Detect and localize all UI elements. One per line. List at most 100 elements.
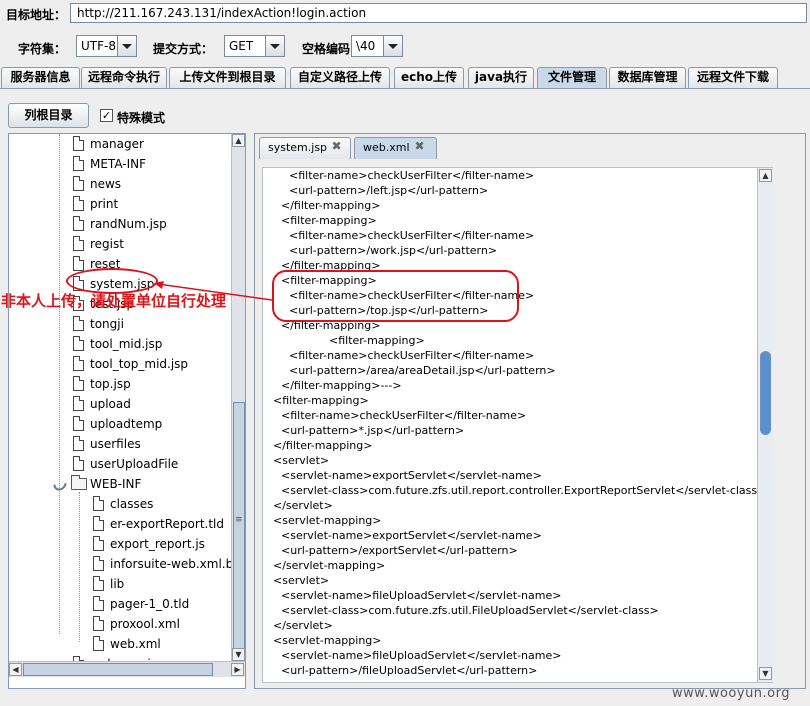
tree-item[interactable]: classes	[9, 495, 231, 515]
tree-item[interactable]: pager-1_0.tld	[9, 595, 231, 615]
tab-label: 数据库管理	[617, 70, 678, 84]
tree-item[interactable]: top.jsp	[9, 375, 231, 395]
special-mode-checkbox[interactable]: ✓	[100, 109, 113, 122]
tree-item[interactable]: proxool.xml	[9, 615, 231, 635]
arrow-head-icon	[154, 281, 164, 289]
file-icon	[73, 316, 84, 331]
code-line: <filter-mapping>	[329, 334, 425, 347]
close-icon[interactable]: ✖	[330, 140, 343, 153]
code-line: <servlet-mapping>	[273, 514, 382, 527]
tree-item[interactable]: er-exportReport.tld	[9, 515, 231, 535]
tab-label: 上传文件到根目录	[179, 70, 276, 84]
tree-item[interactable]: tool_mid.jsp	[9, 335, 231, 355]
tree-item[interactable]: tongji	[9, 315, 231, 335]
code-line: <filter-name>checkUserFilter</filter-nam…	[289, 169, 535, 182]
code-line: </filter-mapping>	[273, 439, 373, 452]
tab-remote-download[interactable]: 远程文件下载	[688, 67, 778, 88]
tab-database[interactable]: 数据库管理	[609, 67, 686, 88]
grip-icon: ≡	[235, 515, 243, 525]
tree-item[interactable]: userfiles	[9, 435, 231, 455]
tab-remote-command[interactable]: 远程命令执行	[81, 67, 167, 88]
editor-vertical-scrollbar[interactable]: ▲ ▼	[757, 168, 773, 682]
tree-scroll-thumb[interactable]: ≡	[233, 402, 245, 652]
tree-item[interactable]: userUploadFile	[9, 455, 231, 475]
code-line: <url-pattern>/work.jsp</url-pattern>	[289, 244, 498, 257]
scroll-down-icon[interactable]: ▼	[759, 667, 772, 680]
code-line: <url-pattern>/fileUploadServlet</url-pat…	[281, 664, 538, 677]
scroll-right-icon[interactable]: ▶	[231, 663, 244, 676]
scroll-left-icon[interactable]: ◀	[9, 663, 22, 676]
tab-label: echo上传	[400, 70, 458, 84]
scroll-up-icon[interactable]: ▲	[759, 169, 772, 182]
file-icon	[73, 336, 84, 351]
charset-select[interactable]: UTF-8	[76, 35, 137, 57]
charset-value: UTF-8	[81, 39, 116, 53]
file-icon	[73, 456, 84, 471]
tab-divider	[0, 88, 810, 89]
scroll-down-icon[interactable]: ▼	[232, 648, 245, 661]
code-editor[interactable]: <filter-name>checkUserFilter</filter-nam…	[262, 167, 773, 683]
tab-java-exec[interactable]: java执行	[468, 67, 534, 88]
scroll-up-icon[interactable]: ▲	[232, 134, 245, 147]
tree-item-label: uploadtemp	[90, 417, 163, 431]
space-encoding-value: \40	[356, 39, 376, 53]
tree-item[interactable]: WEB-INF	[9, 475, 231, 495]
tree-item[interactable]: news	[9, 175, 231, 195]
chevron-down-icon[interactable]	[265, 36, 284, 56]
tree-item[interactable]: manager	[9, 135, 231, 155]
tree-item[interactable]: regist	[9, 235, 231, 255]
tree-item[interactable]: print	[9, 195, 231, 215]
file-icon	[73, 156, 84, 171]
tree-item[interactable]: META-INF	[9, 155, 231, 175]
tree-item-label: tool_top_mid.jsp	[90, 357, 189, 371]
file-icon	[93, 516, 104, 531]
charset-label: 字符集：	[18, 42, 67, 56]
code-line: </filter-mapping>--->	[281, 379, 402, 392]
target-url-input[interactable]: http://211.167.243.131/indexAction!login…	[70, 3, 807, 23]
editor-tab-web-xml[interactable]: web.xml ✖	[354, 137, 437, 159]
list-root-button[interactable]: 列根目录	[8, 103, 89, 128]
file-icon	[73, 216, 84, 231]
space-encoding-label: 空格编码	[302, 42, 351, 56]
code-line: <servlet>	[273, 454, 330, 467]
tree-horizontal-scrollbar[interactable]: ◀ ▶	[9, 661, 245, 677]
tab-label: 自定义路径上传	[297, 70, 382, 84]
tree-item[interactable]: tool_top_mid.jsp	[9, 355, 231, 375]
code-highlight-box	[272, 270, 519, 322]
tree-vertical-scrollbar[interactable]: ▲ ≡ ▼	[231, 134, 245, 661]
tree-item-label: web.xml	[110, 637, 161, 651]
editor-tab-system-jsp[interactable]: system.jsp ✖	[259, 137, 351, 159]
tree-connector	[59, 134, 60, 634]
tab-custom-upload[interactable]: 自定义路径上传	[290, 67, 390, 88]
tree-item[interactable]: uploadtemp	[9, 415, 231, 435]
code-line: <servlet-name>fileUploadServlet</servlet…	[281, 589, 562, 602]
chevron-down-icon[interactable]	[383, 36, 402, 56]
tree-item[interactable]: lib	[9, 575, 231, 595]
close-icon[interactable]: ✖	[413, 140, 426, 153]
tree-item[interactable]: randNum.jsp	[9, 215, 231, 235]
folder-icon	[71, 475, 87, 490]
tree-item-label: inforsuite-web.xml.bak	[110, 557, 246, 571]
editor-scroll-thumb[interactable]	[760, 351, 771, 435]
annotation-text: 非本人上传，请处置单位自行处理	[1, 292, 227, 310]
code-line: <servlet-name>exportServlet</servlet-nam…	[281, 529, 542, 542]
tab-server-info[interactable]: 服务器信息	[1, 67, 80, 88]
tree-item[interactable]: export_report.js	[9, 535, 231, 555]
file-icon	[73, 236, 84, 251]
tree-item-label: lib	[110, 577, 125, 591]
tab-file-manager[interactable]: 文件管理	[537, 67, 607, 88]
tab-echo-upload[interactable]: echo上传	[394, 67, 464, 88]
space-encoding-select[interactable]: \40	[351, 35, 403, 57]
chevron-down-icon[interactable]	[117, 36, 136, 56]
tab-label: 远程命令执行	[87, 70, 160, 84]
tree-item-label: userUploadFile	[90, 457, 179, 471]
tree-hscroll-thumb[interactable]	[23, 663, 213, 676]
tab-upload-root[interactable]: 上传文件到根目录	[169, 67, 286, 88]
file-tree[interactable]: manager META-INF news print randNum.jsp regis…	[8, 133, 246, 689]
tree-item[interactable]: web.xml	[9, 635, 231, 655]
code-line: <servlet-class>com.future.zfs.util.repor…	[281, 484, 767, 497]
tree-item[interactable]: upload	[9, 395, 231, 415]
watermark: www.wooyun.org	[672, 686, 791, 701]
method-select[interactable]: GET	[224, 35, 285, 57]
tree-item[interactable]: inforsuite-web.xml.bak	[9, 555, 245, 575]
